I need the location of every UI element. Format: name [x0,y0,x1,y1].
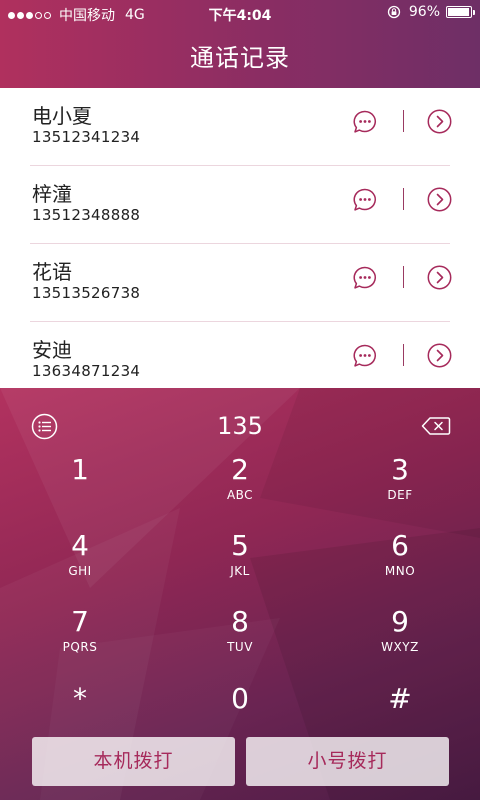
message-bubble-icon[interactable] [352,187,378,213]
key-5[interactable]: 5 JKL [180,524,300,594]
key-7[interactable]: 7 PQRS [20,600,140,670]
call-log-list[interactable]: 电小夏 13512341234 梓潼 13512348888 花语 135135… [0,88,480,388]
battery-icon [446,6,475,18]
key-digit: 6 [391,529,409,562]
key-digit: 4 [71,529,89,562]
status-right: 96% [387,4,475,20]
contact-name: 花语 [32,260,72,284]
key-digit: 9 [391,605,409,638]
row-divider [403,344,404,366]
battery-fill [448,8,470,16]
contact-name: 安迪 [32,338,72,362]
key-letters: ABC [226,488,254,502]
page-title: 通话记录 [190,44,290,72]
chevron-right-circle-icon[interactable] [427,265,452,290]
contact-phone: 13513526738 [32,284,141,302]
battery-percent: 96% [408,4,440,20]
key-letters: DEF [387,488,413,502]
key-8[interactable]: 8 TUV [180,600,300,670]
key-6[interactable]: 6 MNO [340,524,460,594]
key-1[interactable]: 1 [20,448,140,518]
row-divider [403,266,404,288]
chevron-right-circle-icon[interactable] [427,187,452,212]
contact-phone: 13634871234 [32,362,141,380]
key-digit: 8 [231,605,249,638]
message-bubble-icon[interactable] [352,109,378,135]
key-letters: GHI [68,564,92,578]
message-bubble-icon[interactable] [352,343,378,369]
key-letters: WXYZ [381,640,419,654]
dialed-number: 135 [217,412,263,440]
row-divider [403,110,404,132]
rotation-lock-icon [387,5,401,19]
call-log-item[interactable]: 电小夏 13512341234 [30,88,452,166]
key-digit: 5 [231,529,249,562]
key-2[interactable]: 2 ABC [180,448,300,518]
dialer-pad: 135 1 2 ABC 3 DEF 4 GHI 5 JKL 6 MNO 7 PQ… [0,388,480,800]
key-digit: 0 [231,682,249,715]
call-log-item[interactable]: 安迪 13634871234 [30,322,452,388]
key-digit: # [388,682,412,715]
contact-phone: 13512341234 [32,128,141,146]
contact-phone: 13512348888 [32,206,141,224]
key-3[interactable]: 3 DEF [340,448,460,518]
call-log-item[interactable]: 梓潼 13512348888 [30,166,452,244]
key-letters: MNO [384,564,416,578]
key-digit: 1 [71,453,89,486]
row-divider [403,188,404,210]
local-call-button[interactable]: 本机拨打 [32,737,235,786]
chevron-right-circle-icon[interactable] [427,109,452,134]
message-bubble-icon[interactable] [352,265,378,291]
key-digit: 2 [231,453,249,486]
contact-name: 电小夏 [32,104,92,128]
key-9[interactable]: 9 WXYZ [340,600,460,670]
app-header: 中国移动 4G 下午4:04 96% 通话记录 [0,0,480,88]
backspace-icon[interactable] [421,416,451,436]
key-digit: * [73,682,87,715]
key-4[interactable]: 4 GHI [20,524,140,594]
call-log-item[interactable]: 花语 13513526738 [30,244,452,322]
chevron-right-circle-icon[interactable] [427,343,452,368]
key-digit: 3 [391,453,409,486]
key-letters: PQRS [62,640,98,654]
key-digit: 7 [71,605,89,638]
status-bar: 中国移动 4G 下午4:04 96% [0,0,480,28]
key-letters: JKL [230,564,250,578]
contact-name: 梓潼 [32,182,72,206]
key-letters: TUV [227,640,253,654]
trumpet-call-button[interactable]: 小号拨打 [246,737,449,786]
